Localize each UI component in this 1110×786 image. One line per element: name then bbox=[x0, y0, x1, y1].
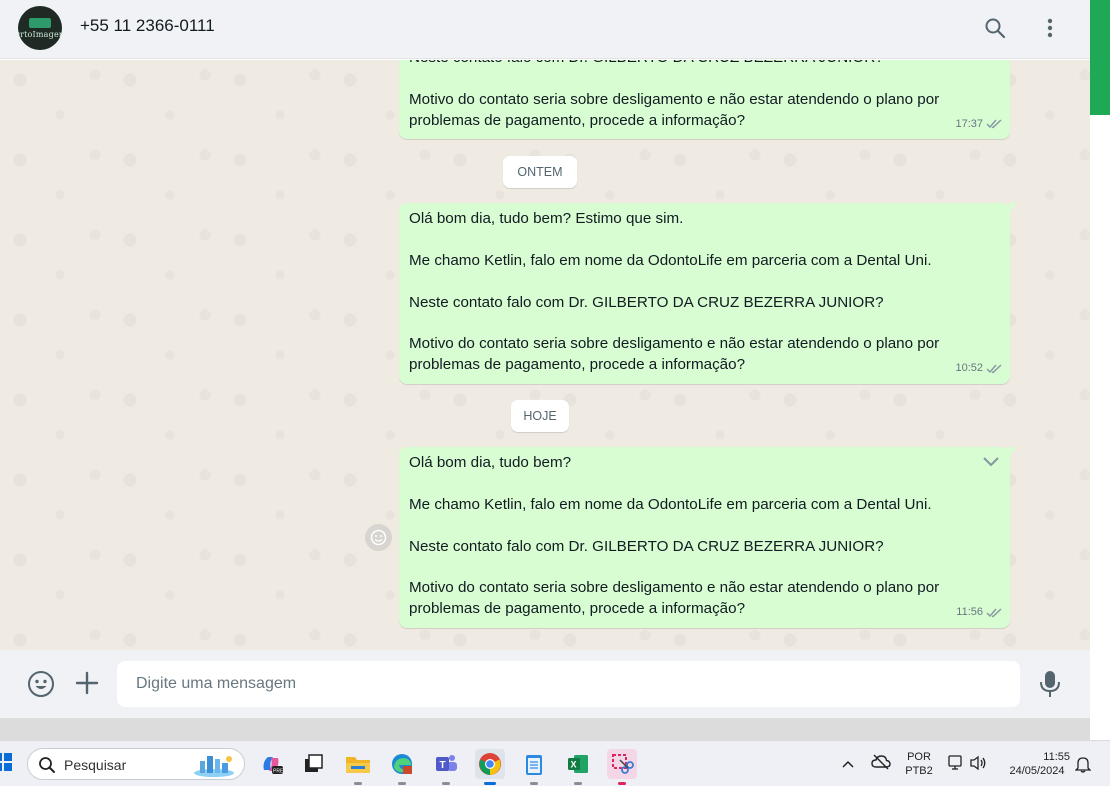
composer-bar bbox=[0, 650, 1090, 718]
language-top: POR bbox=[907, 751, 931, 763]
date-separator: ONTEM bbox=[503, 156, 577, 188]
avatar[interactable]: OrtoImagem bbox=[18, 6, 62, 50]
message-bubble[interactable]: Neste contato falo com Dr. GILBERTO DA C… bbox=[399, 60, 1010, 140]
teams-icon[interactable]: T bbox=[431, 749, 461, 785]
message-bubble[interactable]: Olá bom dia, tudo bem? Me chamo Ketlin, … bbox=[399, 447, 1017, 628]
language-indicator[interactable]: POR PTB2 bbox=[902, 750, 936, 778]
clock-time: 11:55 bbox=[1043, 751, 1070, 763]
react-emoji-icon[interactable] bbox=[365, 524, 392, 551]
message-text: Me chamo Ketlin, falo em nome da OdontoL… bbox=[409, 495, 932, 513]
avatar-logo-text: OrtoImagem bbox=[18, 29, 62, 39]
notepad-icon[interactable] bbox=[519, 749, 549, 785]
svg-text:PRE: PRE bbox=[273, 769, 283, 775]
double-check-icon bbox=[986, 119, 1002, 129]
edge-icon[interactable] bbox=[387, 749, 417, 785]
task-view-icon[interactable] bbox=[299, 749, 329, 779]
message-text: Olá bom dia, tudo bem? Estimo que sim. bbox=[409, 210, 684, 227]
background-window-accent bbox=[1090, 0, 1110, 115]
notification-bell-icon[interactable] bbox=[1074, 755, 1092, 778]
snipping-tool-icon[interactable] bbox=[607, 749, 637, 785]
city-skyline-icon bbox=[192, 753, 236, 782]
message-text: Me chamo Ketlin, falo em nome da OdontoL… bbox=[409, 251, 932, 269]
svg-text:X: X bbox=[571, 760, 577, 770]
language-bottom: PTB2 bbox=[905, 765, 933, 777]
message-meta: 17:37 bbox=[955, 114, 1002, 135]
cloud-offline-icon[interactable] bbox=[871, 754, 891, 775]
message-meta: 10:52 bbox=[955, 358, 1002, 379]
message-text: Neste contato falo com Dr. GILBERTO DA C… bbox=[409, 293, 884, 311]
bubble-tail bbox=[1009, 203, 1017, 213]
search-icon[interactable] bbox=[981, 14, 1009, 42]
message-text: Olá bom dia, tudo bem? bbox=[409, 454, 572, 471]
search-icon bbox=[38, 756, 56, 779]
chat-area[interactable]: Neste contato falo com Dr. GILBERTO DA C… bbox=[0, 60, 1090, 650]
double-check-icon bbox=[986, 364, 1002, 374]
message-text: Neste contato falo com Dr. GILBERTO DA C… bbox=[409, 60, 950, 69]
message-text: Motivo do contato seria sobre desligamen… bbox=[409, 579, 940, 618]
message-meta: 11:56 bbox=[956, 602, 1002, 623]
logo-mark bbox=[29, 17, 51, 28]
chevron-down-icon[interactable] bbox=[982, 453, 1000, 474]
chat-header: OrtoImagem +55 11 2366-0111 bbox=[0, 0, 1090, 59]
message-text: Neste contato falo com Dr. GILBERTO DA C… bbox=[409, 537, 884, 555]
message-text: Motivo do contato seria sobre desligamen… bbox=[409, 335, 940, 374]
chevron-up-icon[interactable] bbox=[841, 756, 855, 774]
clock-date: 24/05/2024 bbox=[1009, 765, 1065, 777]
emoji-icon[interactable] bbox=[27, 670, 55, 703]
windows-start-icon[interactable] bbox=[0, 753, 12, 771]
microphone-icon[interactable] bbox=[1038, 669, 1062, 704]
date-separator: HOJE bbox=[511, 400, 569, 432]
background-window-edge bbox=[1090, 0, 1110, 740]
message-bubble[interactable]: Olá bom dia, tudo bem? Estimo que sim. M… bbox=[399, 203, 1017, 384]
attach-plus-icon[interactable] bbox=[74, 670, 100, 701]
message-input[interactable] bbox=[117, 661, 1020, 707]
more-vertical-icon[interactable] bbox=[1036, 14, 1064, 42]
chrome-icon[interactable] bbox=[475, 749, 505, 785]
excel-icon[interactable]: X bbox=[563, 749, 593, 785]
taskbar: Pesquisar PRE T X POR PTB2 11:55 24/05/2… bbox=[0, 740, 1110, 786]
message-text: Motivo do contato seria sobre desligamen… bbox=[409, 90, 940, 129]
double-check-icon bbox=[986, 608, 1002, 618]
bubble-tail bbox=[1009, 447, 1017, 457]
volume-icon[interactable] bbox=[969, 755, 987, 776]
whatsapp-window: OrtoImagem +55 11 2366-0111 Neste contat… bbox=[0, 0, 1110, 740]
taskbar-search[interactable]: Pesquisar bbox=[27, 748, 245, 780]
clock[interactable]: 11:55 24/05/2024 bbox=[1002, 750, 1072, 778]
message-time: 10:52 bbox=[955, 362, 983, 375]
window-bottom-band bbox=[0, 718, 1110, 740]
message-time: 11:56 bbox=[956, 606, 983, 619]
copilot-icon[interactable]: PRE bbox=[256, 749, 286, 779]
file-explorer-icon[interactable] bbox=[343, 749, 373, 785]
contact-name[interactable]: +55 11 2366-0111 bbox=[80, 16, 215, 36]
message-time: 17:37 bbox=[955, 117, 983, 130]
network-icon[interactable] bbox=[947, 754, 965, 777]
svg-text:T: T bbox=[440, 760, 446, 771]
search-placeholder: Pesquisar bbox=[64, 757, 127, 773]
